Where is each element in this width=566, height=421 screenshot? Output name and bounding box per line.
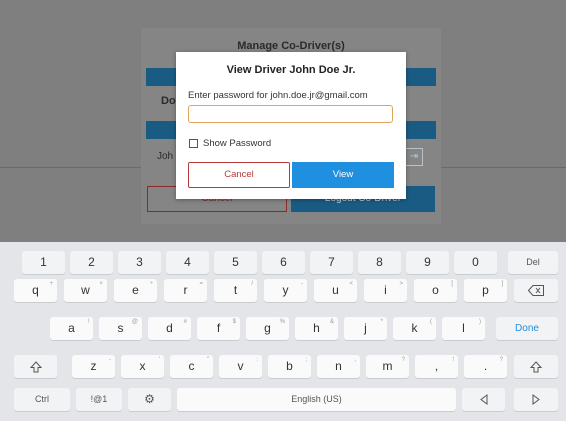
key-q[interactable]: q + [14,279,57,302]
symbols-key[interactable]: !@1 [76,388,122,411]
left-arrow-key[interactable] [462,388,505,411]
key-3[interactable]: 3 [118,251,161,274]
password-prompt: Enter password for john.doe.jr@gmail.com [188,90,368,101]
key-b[interactable]: b; [268,355,311,378]
key-0[interactable]: 0 [454,251,497,274]
key-comma[interactable]: ,! [415,355,458,378]
show-password-label: Show Password [203,138,272,149]
key-f[interactable]: f $ [197,317,240,340]
shift-icon [529,361,543,373]
key-o[interactable]: o[ [414,279,457,302]
edit-icon[interactable]: ⇥ [405,148,423,166]
password-input[interactable] [188,105,393,123]
key-s[interactable]: s @ [99,317,142,340]
left-arrow-icon [479,394,487,406]
key-u[interactable]: u < [314,279,357,302]
key-d[interactable]: d # [148,317,191,340]
backspace-key[interactable] [514,279,558,302]
key-a[interactable]: a! [50,317,93,340]
key-2[interactable]: 2 [70,251,113,274]
space-bar[interactable]: English (US) [177,388,456,411]
view-button[interactable]: View [292,162,394,188]
delete-key[interactable]: Del [508,251,558,274]
co-driver-name: Joh [157,151,174,162]
shift-key-left[interactable] [14,355,57,378]
on-screen-keyboard: 1 2 3 4 5 6 7 8 9 0 Del q + w × e ÷ r = t / y… [0,242,566,421]
key-period[interactable]: .? [464,355,507,378]
key-y[interactable]: y- [264,279,307,302]
key-r[interactable]: r = [164,279,207,302]
key-j[interactable]: j * [344,317,387,340]
key-w[interactable]: w × [64,279,107,302]
backspace-icon [527,285,544,297]
shift-key-right[interactable] [514,355,558,378]
key-e[interactable]: e ÷ [114,279,157,302]
dialog-title: Manage Co-Driver(s) [237,40,345,52]
key-c[interactable]: c " [170,355,213,378]
key-t[interactable]: t / [214,279,257,302]
key-l[interactable]: l) [442,317,485,340]
ctrl-key[interactable]: Ctrl [14,388,70,411]
key-g[interactable]: g% [246,317,289,340]
gear-icon: ⚙ [144,392,155,406]
key-k[interactable]: k( [393,317,436,340]
key-v[interactable]: v: [219,355,262,378]
show-password-row[interactable]: Show Password [189,138,271,149]
key-5[interactable]: 5 [214,251,257,274]
key-n[interactable]: n, [317,355,360,378]
settings-key[interactable]: ⚙ [128,388,171,411]
key-h[interactable]: h & [295,317,338,340]
key-7[interactable]: 7 [310,251,353,274]
key-1[interactable]: 1 [22,251,65,274]
key-m[interactable]: m? [366,355,409,378]
key-8[interactable]: 8 [358,251,401,274]
show-password-checkbox[interactable] [189,139,198,148]
done-key[interactable]: Done [496,317,558,340]
key-i[interactable]: i > [364,279,407,302]
shift-icon [29,361,42,373]
right-arrow-key[interactable] [514,388,558,411]
key-p[interactable]: p] [464,279,507,302]
view-driver-modal: View Driver John Doe Jr. Enter password … [176,52,406,199]
cancel-button[interactable]: Cancel [188,162,290,188]
key-6[interactable]: 6 [262,251,305,274]
key-z[interactable]: z- [72,355,115,378]
key-9[interactable]: 9 [406,251,449,274]
right-arrow-icon [532,394,540,406]
key-4[interactable]: 4 [166,251,209,274]
key-x[interactable]: x ' [121,355,164,378]
driver-label: Do [161,95,176,107]
modal-title: View Driver John Doe Jr. [226,64,356,76]
